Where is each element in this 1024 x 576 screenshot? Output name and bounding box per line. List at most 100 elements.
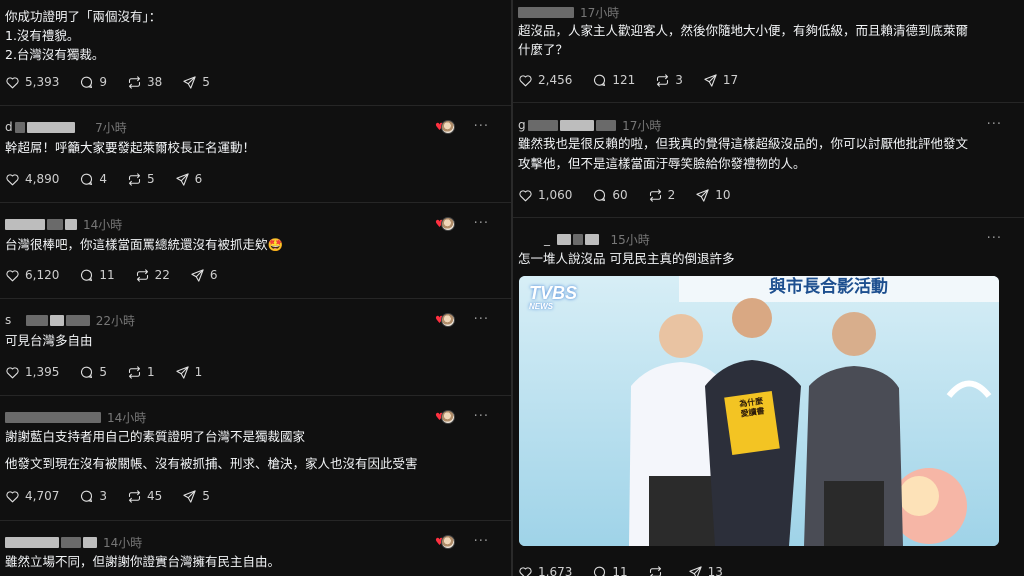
post-text-line: 雖然我也是很反賴的啦，但我真的覺得這樣超級沒品的，你可以討厭他批評他發文 (518, 136, 969, 151)
share-button[interactable]: 1 (175, 365, 203, 380)
share-icon (183, 75, 196, 89)
repost-button[interactable] (648, 565, 668, 576)
redacted-username (5, 536, 59, 548)
more-icon[interactable]: ··· (474, 312, 489, 327)
post-text-line: 幹超屌！呼籲大家要發起萊爾校長正名運動！ (5, 140, 256, 155)
tvbs-logo-sub: NEWS (529, 302, 553, 311)
more-icon[interactable]: ··· (474, 409, 489, 424)
like-button[interactable]: 1,060 (518, 188, 572, 203)
repost-button[interactable]: 45 (127, 489, 162, 504)
like-button[interactable]: 1,673 (518, 565, 572, 576)
redacted-username (15, 121, 26, 133)
reply-count: 11 (612, 565, 628, 576)
post-text-line: 超沒品，人家主人歡迎客人，然後你隨地大小便，有夠低級，而且賴清德到底萊爾 (518, 23, 969, 38)
repost-button[interactable]: 38 (127, 75, 162, 90)
like-count: 1,060 (538, 188, 573, 202)
post-actions: 4,890 4 5 6 (5, 171, 222, 187)
share-count: 13 (707, 565, 723, 576)
reply-icon (81, 490, 93, 502)
more-icon[interactable]: ··· (987, 231, 1002, 246)
repost-count: 22 (154, 268, 170, 282)
post-header: g 17小時 (518, 117, 661, 133)
repost-button[interactable]: 5 (127, 172, 155, 187)
redacted-username (518, 6, 574, 18)
repost-button[interactable]: 1 (127, 365, 155, 380)
reply-button[interactable]: 60 (592, 188, 628, 203)
reply-count: 11 (99, 268, 115, 282)
redacted-username (65, 218, 77, 230)
username[interactable]: s (5, 313, 12, 327)
share-button[interactable]: 6 (190, 268, 218, 283)
reply-post: 17小時 超沒品，人家主人歡迎客人，然後你隨地大小便，有夠低級，而且賴清德到底萊… (513, 0, 1024, 103)
share-icon (688, 565, 702, 576)
like-button[interactable]: 5,393 (5, 75, 59, 90)
like-count: 2,456 (538, 73, 573, 87)
more-icon[interactable]: ··· (474, 119, 489, 134)
repost-icon (649, 565, 661, 576)
post-header: d 7小時 (5, 119, 127, 135)
repost-icon (649, 188, 661, 202)
like-button[interactable]: 2,456 (518, 73, 572, 88)
reply-button[interactable]: 121 (592, 73, 635, 88)
reply-button[interactable]: 3 (79, 489, 107, 504)
like-button[interactable]: 6,120 (5, 268, 59, 283)
avatar-image (441, 410, 455, 424)
redacted-username (572, 233, 583, 245)
reply-button[interactable]: 9 (79, 75, 107, 90)
share-button[interactable]: 5 (182, 489, 210, 504)
post-photo[interactable]: TVBS NEWS 與市長合影活動 為什麼 愛讀書 (519, 276, 999, 546)
reply-icon (594, 189, 606, 201)
repost-count: 5 (147, 172, 155, 186)
avatar[interactable]: ♥ (435, 410, 455, 426)
more-icon[interactable]: ··· (474, 216, 489, 231)
repost-button[interactable]: 2 (648, 188, 675, 203)
avatar[interactable]: ♥ (435, 120, 455, 136)
person-trousers (649, 476, 719, 546)
avatar[interactable]: ♥ (435, 313, 455, 329)
share-count: 5 (202, 489, 210, 503)
avatar-image (441, 535, 455, 549)
username[interactable]: d (5, 120, 13, 134)
reply-button[interactable]: 5 (79, 365, 107, 380)
share-button[interactable]: 13 (688, 565, 723, 576)
redacted-username (65, 314, 90, 326)
like-button[interactable]: 1,395 (5, 365, 59, 380)
post-text-line: 2.台灣沒有獨裁。 (5, 47, 105, 62)
avatar[interactable]: ♥ (435, 217, 455, 233)
post-time: 14小時 (103, 535, 143, 550)
post-actions: 5,393 9 38 5 (5, 74, 230, 90)
redacted-username (560, 119, 595, 131)
share-count: 1 (194, 365, 203, 379)
reply-button[interactable]: 4 (79, 172, 107, 187)
like-button[interactable]: 4,707 (5, 489, 59, 504)
username[interactable]: g (518, 118, 526, 132)
repost-button[interactable]: 22 (135, 268, 170, 283)
tvbs-logo: TVBS NEWS (529, 284, 577, 311)
avatar-image (441, 313, 455, 327)
share-button[interactable]: 17 (703, 73, 738, 88)
more-icon[interactable]: ··· (474, 534, 489, 549)
avatar[interactable]: ♥ (435, 535, 455, 551)
reply-button[interactable]: 11 (79, 268, 115, 283)
share-button[interactable]: 5 (182, 75, 210, 90)
like-button[interactable]: 4,890 (5, 172, 59, 187)
post-text-line: 怎一堆人說沒品 可見民主真的倒退許多 (518, 251, 735, 266)
post-header: 14小時 (5, 534, 142, 550)
more-icon[interactable]: ··· (987, 117, 1002, 132)
share-button[interactable]: 10 (695, 188, 731, 203)
repost-button[interactable]: 3 (655, 73, 683, 88)
post-time: 14小時 (83, 217, 123, 232)
redacted-username (528, 119, 559, 131)
repost-count: 38 (147, 75, 163, 89)
share-button[interactable]: 6 (175, 172, 202, 187)
post-time: 17小時 (580, 5, 620, 20)
share-icon (696, 188, 709, 202)
username[interactable]: _ (544, 232, 551, 246)
redacted-username (49, 314, 64, 326)
reply-post: g 17小時 ··· 雖然我也是很反賴的啦，但我真的覺得這樣超級沒品的，你可以討… (513, 103, 1024, 218)
heart-icon (6, 366, 19, 378)
reply-button[interactable]: 11 (592, 565, 628, 576)
reply-count: 121 (612, 73, 636, 87)
redacted-username (47, 218, 63, 230)
repost-icon (128, 75, 141, 89)
